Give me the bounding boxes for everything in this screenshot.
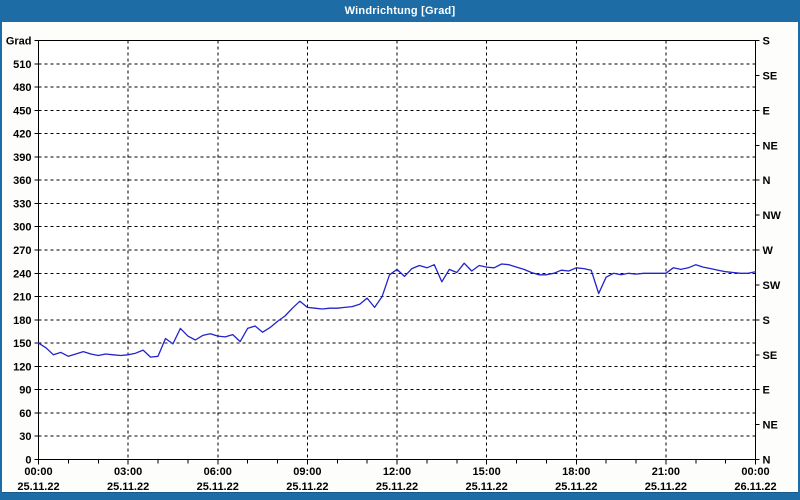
- x-axis-time-label: 21:00: [652, 466, 680, 478]
- x-axis-time-label: 12:00: [383, 466, 411, 478]
- y-axis-tick-label: 240: [13, 268, 31, 280]
- window-frame: Windrichtung [Grad] Grad 510 480 450 420 390 3…: [0, 0, 800, 500]
- window-title: Windrichtung [Grad]: [344, 5, 456, 17]
- y-axis-tick-label: 390: [13, 152, 31, 164]
- y-axis-tick-label: 210: [13, 292, 31, 304]
- y-axis-tick-label: 450: [13, 105, 31, 117]
- x-axis-time-label: 09:00: [293, 466, 321, 478]
- y-axis-tick-label: 180: [13, 315, 31, 327]
- x-axis-time-label: 15:00: [473, 466, 501, 478]
- y-axis-tick-label: 0: [25, 455, 31, 467]
- y-axis-tick-label: 510: [13, 59, 31, 71]
- x-axis-time-label: 03:00: [114, 466, 142, 478]
- x-axis-time-label: 06:00: [204, 466, 232, 478]
- y-axis-tick-label: 330: [13, 198, 31, 210]
- bottom-bar: [0, 492, 800, 500]
- compass-label: SE: [763, 70, 778, 82]
- window-border-left: [0, 0, 2, 500]
- y-axis-tick-label: 60: [19, 408, 31, 420]
- compass-label: E: [763, 385, 770, 397]
- compass-label: N: [763, 455, 771, 467]
- y-axis-tick-label: 270: [13, 245, 31, 257]
- x-axis-time-label: 00:00: [741, 466, 769, 478]
- y-axis-tick-label: Grad: [6, 36, 32, 48]
- y-axis-tick-label: 90: [19, 385, 31, 397]
- compass-label: NE: [763, 140, 778, 152]
- title-bar: Windrichtung [Grad]: [0, 0, 800, 22]
- y-axis-tick-label: 150: [13, 338, 31, 350]
- y-axis-tick-label: 30: [19, 431, 31, 443]
- compass-label: SW: [763, 280, 781, 292]
- compass-label: SE: [763, 350, 778, 362]
- compass-label: E: [763, 105, 770, 117]
- x-axis-time-label: 00:00: [24, 466, 52, 478]
- y-axis-tick-label: 480: [13, 82, 31, 94]
- compass-label: W: [763, 245, 774, 257]
- x-axis-time-label: 18:00: [562, 466, 590, 478]
- compass-label: S: [763, 315, 770, 327]
- y-axis-tick-label: 300: [13, 222, 31, 234]
- compass-label: NW: [763, 210, 782, 222]
- compass-label: NE: [763, 420, 778, 432]
- y-axis-tick-label: 360: [13, 175, 31, 187]
- compass-label: S: [763, 36, 770, 48]
- y-axis-tick-label: 420: [13, 129, 31, 141]
- compass-label: N: [763, 175, 771, 187]
- y-axis-tick-label: 120: [13, 361, 31, 373]
- wind-direction-chart: Grad510480450420390360330300270240210180…: [6, 36, 782, 494]
